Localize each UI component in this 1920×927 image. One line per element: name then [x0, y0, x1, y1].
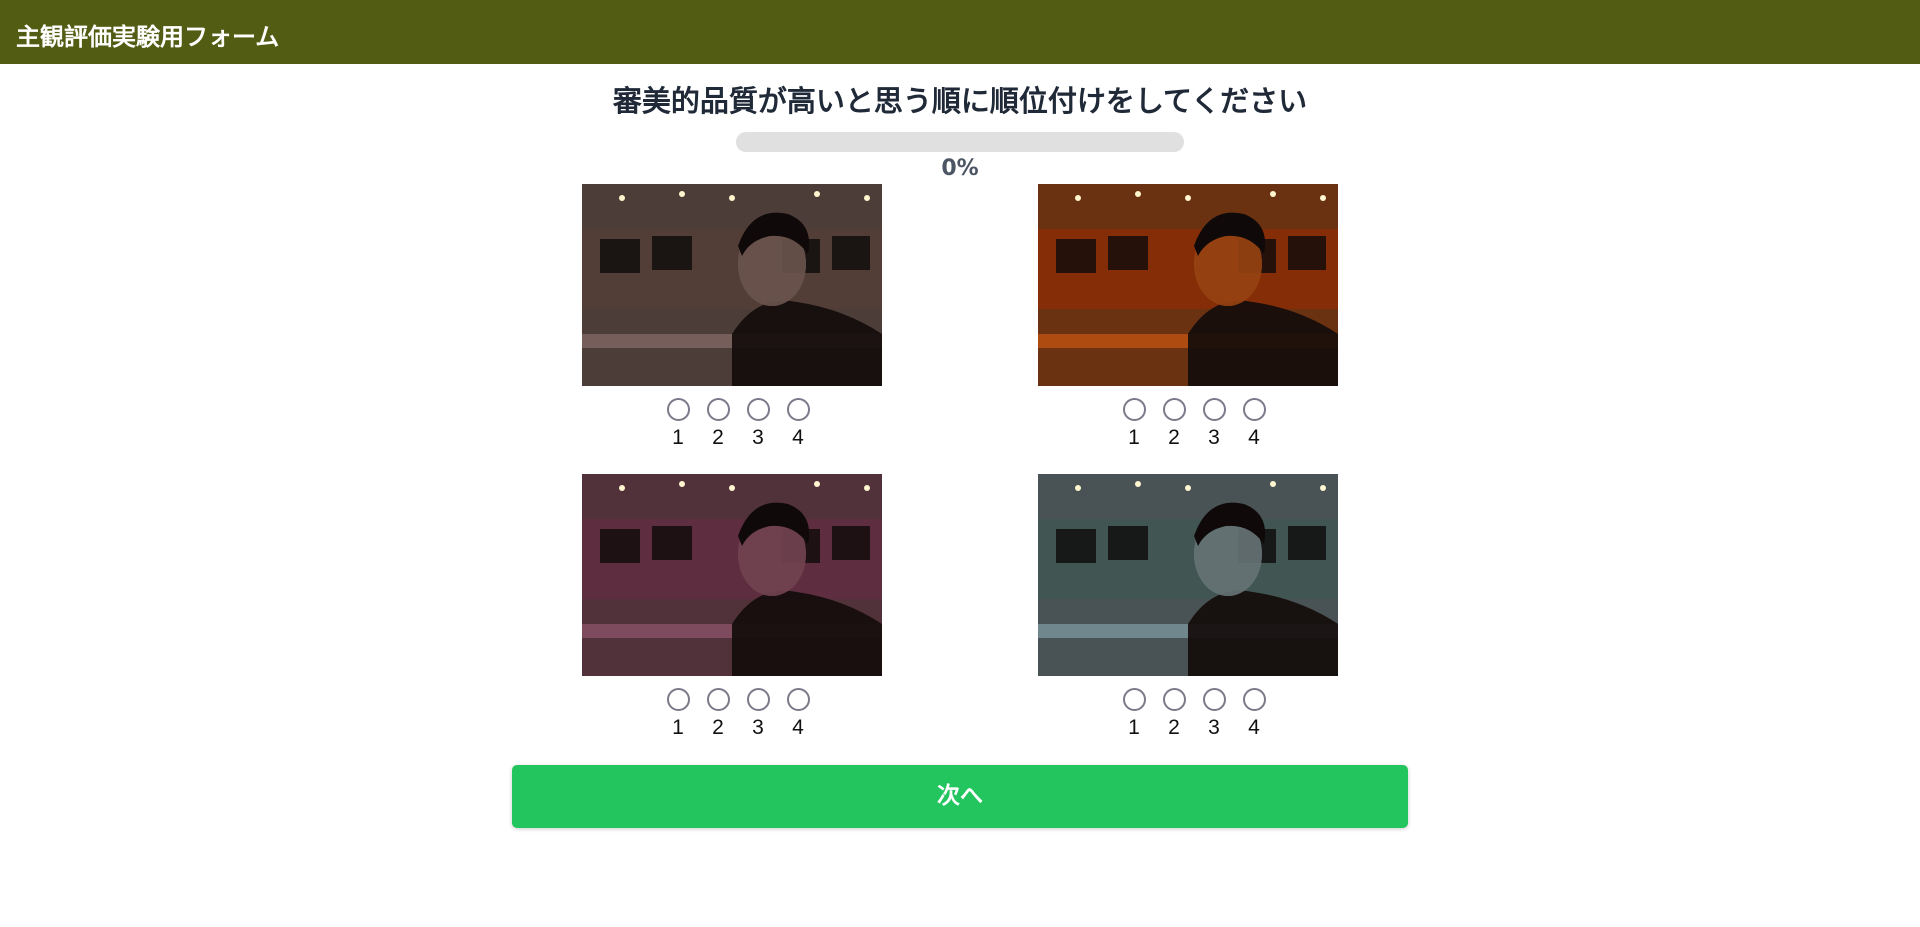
- radio-label: 2: [1168, 426, 1180, 449]
- image-card-1: 1 2 3 4: [582, 184, 882, 454]
- radio-button[interactable]: [747, 398, 770, 421]
- rank-option-1-2[interactable]: 2: [698, 396, 738, 452]
- stimulus-image-3: [582, 474, 882, 676]
- rank-option-1-4[interactable]: 4: [778, 396, 818, 452]
- rank-option-3-3[interactable]: 3: [738, 686, 778, 742]
- rank-option-2-1[interactable]: 1: [1114, 396, 1154, 452]
- rank-option-4-1[interactable]: 1: [1114, 686, 1154, 742]
- question-title: 審美的品質が高いと思う順に順位付けをしてください: [612, 84, 1308, 118]
- radio-button[interactable]: [667, 398, 690, 421]
- app-header: 主観評価実験用フォーム: [0, 0, 1920, 64]
- progress-percent: 0%: [941, 156, 979, 181]
- rank-option-2-3[interactable]: 3: [1194, 396, 1234, 452]
- radio-label: 3: [752, 426, 764, 449]
- rank-option-1-1[interactable]: 1: [658, 396, 698, 452]
- stimulus-image-4: [1038, 474, 1338, 676]
- rank-option-1-3[interactable]: 3: [738, 396, 778, 452]
- stimulus-image-1: [582, 184, 882, 386]
- radio-label: 4: [1248, 426, 1260, 449]
- radio-button[interactable]: [1243, 688, 1266, 711]
- rank-option-4-4[interactable]: 4: [1234, 686, 1274, 742]
- rank-radio-group-1: 1 2 3 4: [658, 396, 810, 452]
- radio-label: 2: [1168, 716, 1180, 739]
- app-title: 主観評価実験用フォーム: [16, 22, 280, 51]
- rank-option-2-2[interactable]: 2: [1154, 396, 1194, 452]
- image-card-2: 1 2 3 4: [1038, 184, 1338, 454]
- radio-label: 3: [1208, 426, 1220, 449]
- radio-button[interactable]: [707, 398, 730, 421]
- radio-label: 1: [1128, 716, 1140, 739]
- image-card-3: 1 2 3 4: [582, 474, 882, 744]
- rank-option-3-2[interactable]: 2: [698, 686, 738, 742]
- radio-label: 2: [712, 426, 724, 449]
- radio-button[interactable]: [747, 688, 770, 711]
- rank-option-3-1[interactable]: 1: [658, 686, 698, 742]
- next-button[interactable]: 次へ: [512, 765, 1408, 828]
- rank-option-3-4[interactable]: 4: [778, 686, 818, 742]
- image-card-4: 1 2 3 4: [1038, 474, 1338, 744]
- radio-button[interactable]: [1123, 688, 1146, 711]
- radio-label: 4: [792, 426, 804, 449]
- progress-bar: [736, 132, 1184, 152]
- radio-button[interactable]: [1163, 688, 1186, 711]
- rank-option-4-2[interactable]: 2: [1154, 686, 1194, 742]
- radio-label: 3: [1208, 716, 1220, 739]
- radio-label: 4: [1248, 716, 1260, 739]
- rank-radio-group-2: 1 2 3 4: [1114, 396, 1266, 452]
- radio-label: 1: [672, 426, 684, 449]
- rank-option-2-4[interactable]: 4: [1234, 396, 1274, 452]
- radio-label: 1: [672, 716, 684, 739]
- rank-radio-group-4: 1 2 3 4: [1114, 686, 1266, 742]
- radio-label: 2: [712, 716, 724, 739]
- stimulus-image-2: [1038, 184, 1338, 386]
- radio-button[interactable]: [667, 688, 690, 711]
- radio-button[interactable]: [787, 688, 810, 711]
- radio-button[interactable]: [1243, 398, 1266, 421]
- radio-label: 1: [1128, 426, 1140, 449]
- radio-button[interactable]: [707, 688, 730, 711]
- radio-button[interactable]: [1203, 688, 1226, 711]
- rank-option-4-3[interactable]: 3: [1194, 686, 1234, 742]
- radio-label: 3: [752, 716, 764, 739]
- radio-label: 4: [792, 716, 804, 739]
- rank-radio-group-3: 1 2 3 4: [658, 686, 810, 742]
- radio-button[interactable]: [1123, 398, 1146, 421]
- radio-button[interactable]: [1203, 398, 1226, 421]
- radio-button[interactable]: [1163, 398, 1186, 421]
- radio-button[interactable]: [787, 398, 810, 421]
